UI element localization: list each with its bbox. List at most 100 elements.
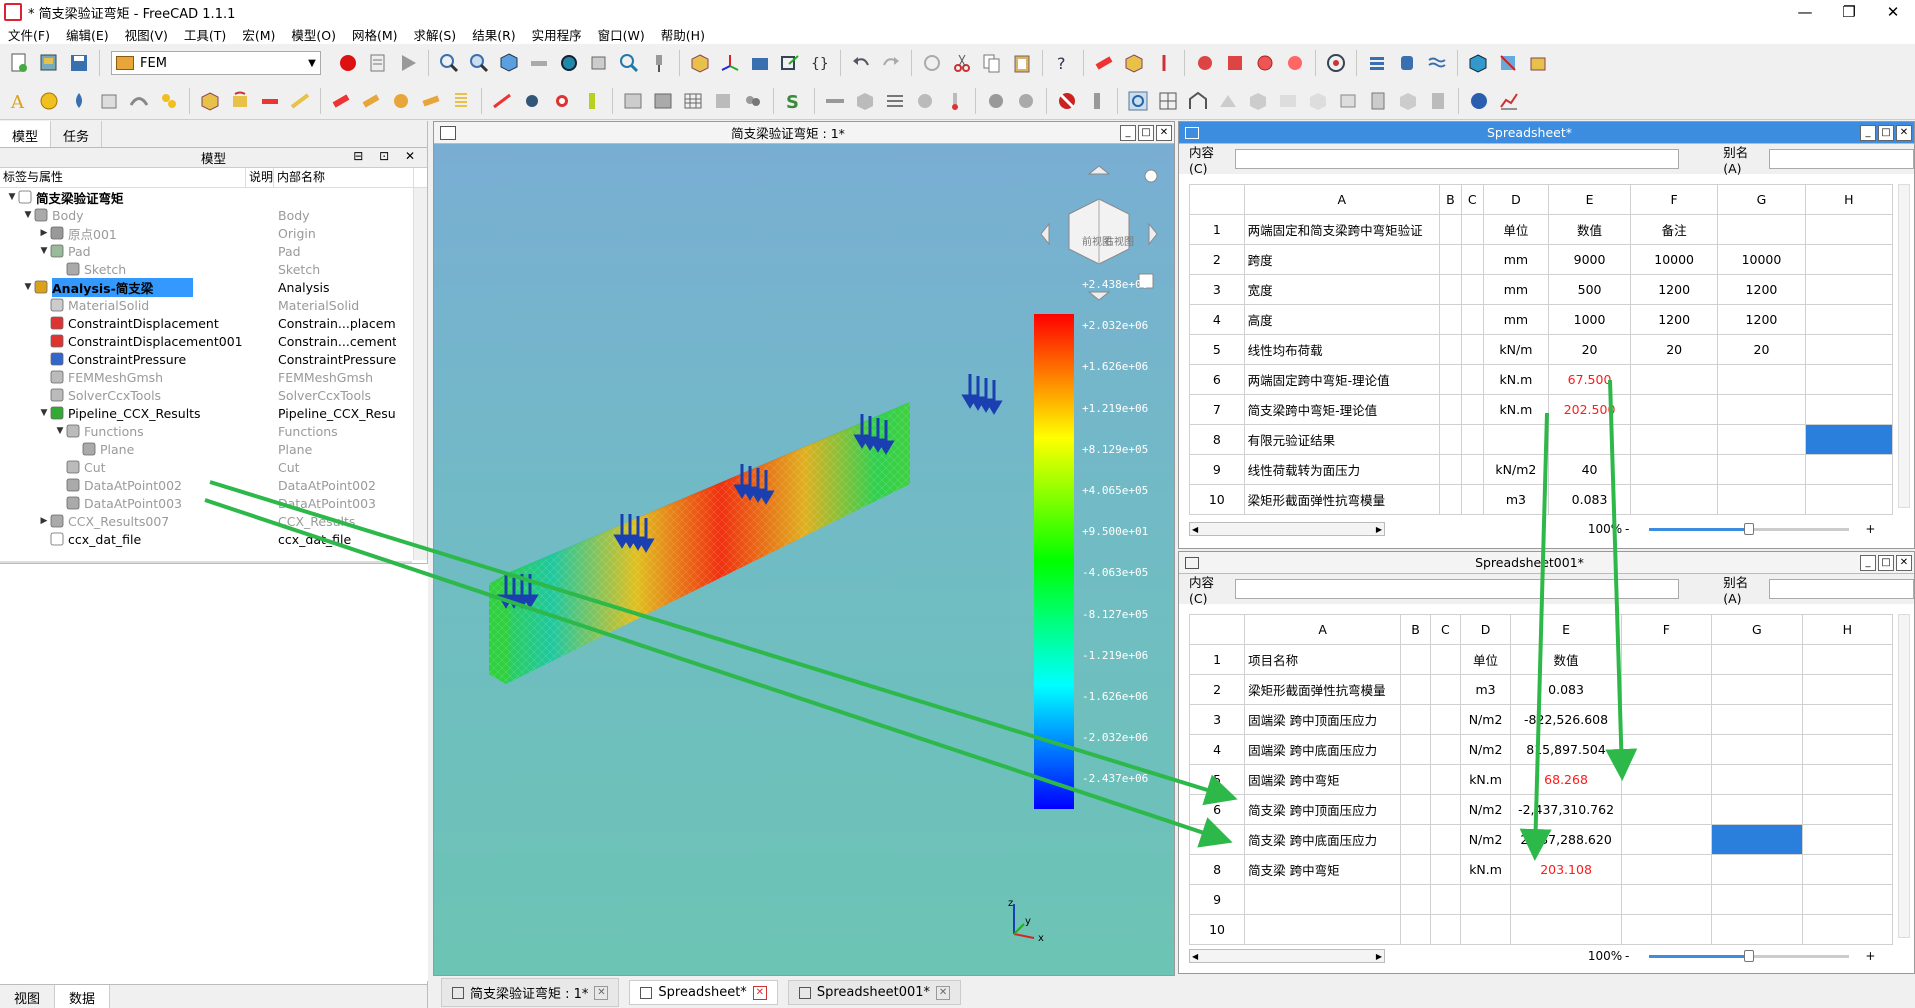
- grid-cell[interactable]: [1620, 824, 1713, 855]
- grid-cell[interactable]: [1459, 914, 1512, 945]
- plot-icon[interactable]: [1496, 88, 1522, 114]
- grid-cell[interactable]: 单位: [1482, 214, 1550, 245]
- grid-cell[interactable]: 0.083: [1548, 484, 1631, 515]
- column-header[interactable]: H: [1801, 614, 1894, 645]
- grid-cell[interactable]: [1438, 244, 1462, 275]
- shell-icon[interactable]: [852, 88, 878, 114]
- tree-item[interactable]: ▶ CCX_Results007 CCX_Results: [0, 512, 427, 530]
- grid-cell[interactable]: [1620, 794, 1713, 825]
- grid-cell[interactable]: 数值: [1510, 644, 1622, 675]
- row-header[interactable]: 3: [1188, 704, 1246, 735]
- grid-cell[interactable]: 20: [1717, 334, 1806, 365]
- grid-cell[interactable]: [1438, 334, 1462, 365]
- grid-cell[interactable]: [1460, 484, 1484, 515]
- grid-cell[interactable]: 815,897.504: [1510, 734, 1622, 765]
- grid-cell[interactable]: [1804, 334, 1894, 365]
- beam-section-icon[interactable]: [257, 88, 283, 114]
- menu-edit[interactable]: 编辑(E): [58, 25, 117, 44]
- doc-tab-3dview[interactable]: 简支梁验证弯矩 : 1* ✕: [441, 978, 620, 1007]
- grid-cell[interactable]: 线性均布荷载: [1243, 334, 1440, 365]
- alias-input[interactable]: [1768, 579, 1915, 599]
- tab-tasks[interactable]: 任务: [51, 121, 103, 147]
- macro-run-icon[interactable]: [395, 50, 421, 76]
- grid-cell[interactable]: [1801, 764, 1894, 795]
- doc-tab-spreadsheet[interactable]: Spreadsheet* ✕: [629, 980, 778, 1005]
- column-internal-name[interactable]: 内部名称: [274, 168, 414, 187]
- close-icon[interactable]: ✕: [1896, 124, 1912, 141]
- grid-cell[interactable]: mm: [1482, 304, 1550, 335]
- grid-cell[interactable]: [1711, 824, 1803, 855]
- column-header[interactable]: C: [1460, 184, 1484, 215]
- warp-icon[interactable]: [1335, 88, 1361, 114]
- zoom-out-button[interactable]: -: [1625, 522, 1629, 536]
- link-icon[interactable]: [777, 50, 803, 76]
- undo-icon[interactable]: [848, 50, 874, 76]
- grid-cell[interactable]: [1629, 454, 1719, 485]
- grid-cell[interactable]: N/m2: [1459, 794, 1512, 825]
- box-open-icon[interactable]: [1525, 50, 1551, 76]
- grid-cell[interactable]: [1629, 424, 1719, 455]
- column-header[interactable]: F: [1620, 614, 1713, 645]
- grid-cell[interactable]: 20: [1548, 334, 1631, 365]
- grid-cell[interactable]: [1804, 394, 1894, 425]
- grid-cell[interactable]: [1711, 644, 1803, 675]
- grid-cell[interactable]: [1629, 484, 1719, 515]
- beam-icon[interactable]: [822, 88, 848, 114]
- grid-cell[interactable]: [1620, 734, 1713, 765]
- isometric-view-icon[interactable]: [496, 50, 522, 76]
- zoom-slider[interactable]: [1649, 949, 1850, 963]
- waves-icon[interactable]: [1424, 50, 1450, 76]
- macro-edit-icon[interactable]: [365, 50, 391, 76]
- grid-cell[interactable]: kN.m: [1459, 764, 1512, 795]
- grid-cell[interactable]: 数值: [1548, 214, 1631, 245]
- grid-cell[interactable]: [1801, 884, 1894, 915]
- row-header[interactable]: 10: [1189, 484, 1245, 515]
- chevron-down-icon[interactable]: ▼: [54, 426, 66, 436]
- bar-icon[interactable]: [1084, 88, 1110, 114]
- grid-cell[interactable]: [1429, 884, 1461, 915]
- fem-results-icon[interactable]: [1282, 50, 1308, 76]
- tree-item[interactable]: Plane Plane: [0, 440, 427, 458]
- grid-cell[interactable]: [1400, 914, 1431, 945]
- stack-icon[interactable]: [1364, 50, 1390, 76]
- grid-cell[interactable]: [1801, 914, 1894, 945]
- calculator-filter-icon[interactable]: [1365, 88, 1391, 114]
- row-header[interactable]: 5: [1189, 334, 1245, 365]
- grid-cell[interactable]: [1429, 824, 1461, 855]
- grid-cell[interactable]: [1548, 424, 1631, 455]
- column-header[interactable]: D: [1482, 184, 1550, 215]
- grid-cell[interactable]: [1438, 424, 1462, 455]
- menu-view[interactable]: 视图(V): [117, 25, 176, 44]
- grid-cell[interactable]: 固端梁 跨中顶面压应力: [1244, 704, 1402, 735]
- column-label[interactable]: 标签与属性: [0, 168, 246, 187]
- grid-cell[interactable]: [1400, 884, 1431, 915]
- fem-mesh-icon[interactable]: [1192, 50, 1218, 76]
- grid-cell[interactable]: [1438, 274, 1462, 305]
- box-view-icon[interactable]: [586, 50, 612, 76]
- 3d-canvas[interactable]: 前视图 右视图 z y x +2.438e+06 +2.032e+06 +1.626…: [434, 144, 1174, 975]
- minimize-icon[interactable]: _: [1860, 124, 1876, 141]
- rotation-constraint-icon[interactable]: [227, 88, 253, 114]
- grid-cell[interactable]: [1717, 454, 1806, 485]
- row-header[interactable]: 8: [1189, 424, 1245, 455]
- grid-cell[interactable]: [1460, 334, 1484, 365]
- frame-icon[interactable]: [1185, 88, 1211, 114]
- tree-item[interactable]: ConstraintDisplacement Constrain...placem…: [0, 314, 427, 332]
- grid-cell[interactable]: [1620, 704, 1713, 735]
- grid-cell[interactable]: m3: [1482, 484, 1550, 515]
- chevron-down-icon[interactable]: ▼: [38, 408, 50, 418]
- grid-cell[interactable]: [1460, 304, 1484, 335]
- column-header[interactable]: E: [1510, 614, 1622, 645]
- grid-cell[interactable]: 简支梁 跨中弯矩: [1244, 854, 1402, 885]
- sketch-icon[interactable]: [1215, 88, 1241, 114]
- grid-cell[interactable]: 40: [1548, 454, 1631, 485]
- grid-cell[interactable]: 简支梁 跨中底面压应力: [1244, 824, 1402, 855]
- grid-cell[interactable]: 0.083: [1510, 674, 1622, 705]
- grid-cell[interactable]: mm: [1482, 244, 1550, 275]
- macro-record-icon[interactable]: [335, 50, 361, 76]
- grid-cell[interactable]: [1711, 794, 1803, 825]
- grid-cell[interactable]: [1711, 914, 1803, 945]
- horizontal-scrollbar[interactable]: ◀ ▶: [1189, 522, 1385, 536]
- measure-icon[interactable]: [526, 50, 552, 76]
- grid-cell[interactable]: [1711, 734, 1803, 765]
